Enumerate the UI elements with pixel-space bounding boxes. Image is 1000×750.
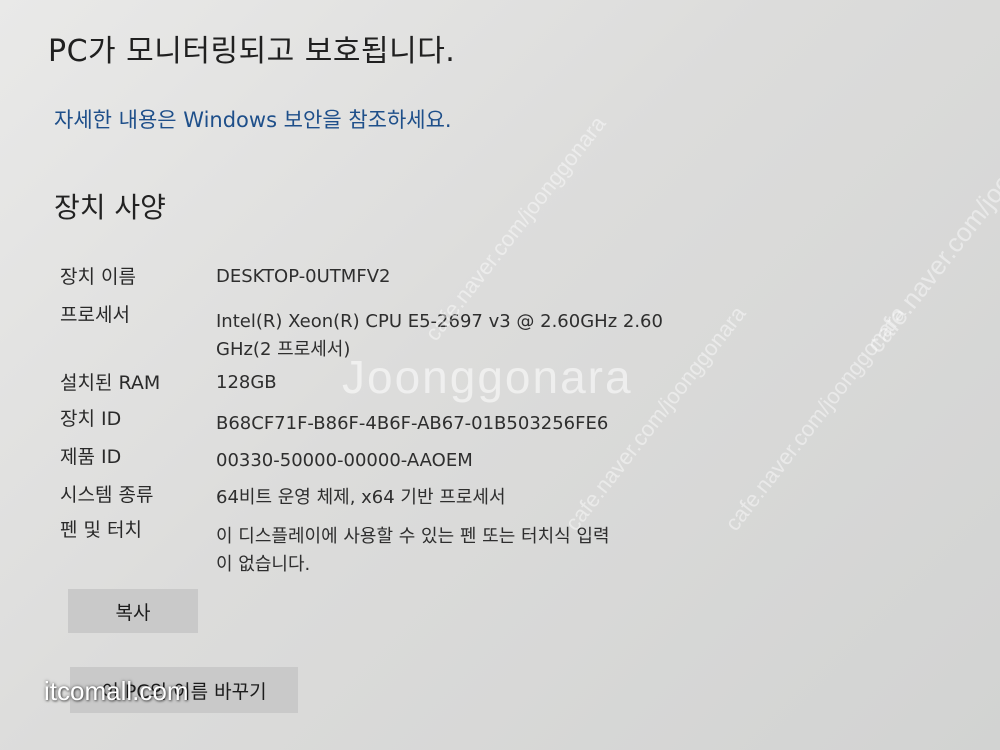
system-about-page: PC가 모니터링되고 보호됩니다. 자세한 내용은 Windows 보안을 참조… <box>0 0 1000 750</box>
spec-value: 00330-50000-00000-AAOEM <box>216 447 736 475</box>
watermark-corner-tag: itcomall.com <box>44 676 189 706</box>
spec-value: 64비트 운영 체제, x64 기반 프로세서 <box>216 484 736 512</box>
watermark-diagonal: cafe.naver.com/joonggonara <box>860 81 1000 359</box>
spec-value-line: 이 디스플레이에 사용할 수 있는 펜 또는 터치식 입력 <box>216 526 610 547</box>
spec-label: 장치 이름 <box>60 266 136 288</box>
protection-status-text: PC가 모니터링되고 보호됩니다. <box>48 34 456 69</box>
spec-value-line: 00330-50000-00000-AAOEM <box>216 450 473 471</box>
device-spec-title: 장치 사양 <box>54 191 166 224</box>
spec-label: 설치된 RAM <box>60 372 161 394</box>
spec-label: 시스템 종류 <box>60 484 154 506</box>
copy-button[interactable]: 복사 <box>68 589 198 633</box>
spec-label: 프로세서 <box>60 304 130 326</box>
spec-value-line: 64비트 운영 체제, x64 기반 프로세서 <box>216 487 506 508</box>
spec-value-line: 이 없습니다. <box>216 554 311 575</box>
spec-label: 펜 및 터치 <box>60 519 142 541</box>
spec-label: 장치 ID <box>60 408 122 430</box>
spec-value-line: Intel(R) Xeon(R) CPU E5-2697 v3 @ 2.60GH… <box>216 311 663 332</box>
spec-value: 이 디스플레이에 사용할 수 있는 펜 또는 터치식 입력 이 없습니다. <box>216 523 736 579</box>
watermark-logo: Joonggonara <box>342 351 633 403</box>
windows-security-link[interactable]: 자세한 내용은 Windows 보안을 참조하세요. <box>54 104 452 134</box>
spec-label: 제품 ID <box>60 446 122 468</box>
